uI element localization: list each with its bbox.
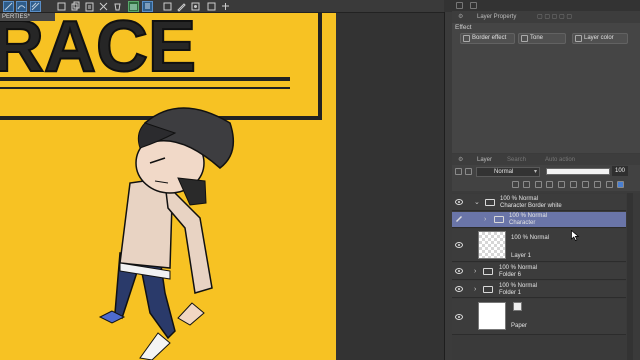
paper-icon: [513, 302, 522, 311]
opacity-fill: [547, 169, 609, 174]
curve-tool-icon[interactable]: [16, 1, 27, 12]
layers-icon[interactable]: [128, 1, 139, 12]
folder-icon: [485, 199, 495, 206]
clip-icon[interactable]: [546, 181, 553, 188]
layer-mode: 100 % Normal: [500, 196, 539, 202]
blend-mode-value: Normal: [494, 169, 514, 175]
opacity-slider[interactable]: [546, 168, 610, 175]
new-folder-icon[interactable]: [523, 181, 530, 188]
grid-icon[interactable]: [30, 1, 41, 12]
tab-search[interactable]: Search: [504, 155, 529, 165]
copy-icon[interactable]: [70, 1, 81, 12]
layer-list-scrollbar[interactable]: [627, 193, 633, 360]
layer-row[interactable]: › 100 % Normal Folder 1: [452, 281, 626, 298]
layer-row[interactable]: › 100 % Normal Character: [452, 212, 626, 228]
new-layer-icon[interactable]: [512, 181, 519, 188]
layer-name: Character Border white: [500, 203, 562, 209]
border-effect-label: Border effect: [472, 35, 507, 41]
fill-icon[interactable]: [112, 1, 123, 12]
layer-row[interactable]: › 100 % Normal Folder 6: [452, 263, 626, 280]
border-effect-icon: [463, 35, 470, 42]
panel-tab-icons[interactable]: ▢ ▢ ▢ ▢ ▢: [534, 12, 575, 22]
artwork: RACE: [0, 13, 322, 360]
layer-row[interactable]: ⌄ 100 % Normal Character Border white: [452, 194, 626, 211]
eyedropper-icon[interactable]: [190, 1, 201, 12]
layer-color-button[interactable]: Layer color: [572, 33, 628, 44]
gear-icon[interactable]: ⚙: [455, 155, 466, 165]
fill-icon[interactable]: [220, 1, 231, 12]
reference-icon[interactable]: [558, 181, 565, 188]
ruler-icon[interactable]: [582, 181, 589, 188]
layer-mode: 100 % Normal: [499, 265, 538, 271]
layer-name: Paper: [511, 323, 528, 329]
layer-mode: 100 % Normal: [509, 213, 548, 219]
merge-icon[interactable]: [594, 181, 601, 188]
image-icon[interactable]: [176, 1, 187, 12]
pen-icon[interactable]: [162, 1, 173, 12]
folder-icon: [483, 286, 493, 293]
delete-icon[interactable]: [606, 181, 613, 188]
tab-auto-action[interactable]: Auto action: [542, 155, 578, 165]
opacity-value[interactable]: 100: [612, 166, 628, 176]
layer-mode: 100 % Normal: [499, 283, 538, 289]
mask-icon[interactable]: [570, 181, 577, 188]
chevron-down-icon[interactable]: [465, 168, 472, 175]
panel-icon[interactable]: [470, 2, 477, 9]
layer-row[interactable]: Paper: [452, 299, 626, 335]
layer-property-title[interactable]: Layer Property: [474, 12, 519, 22]
eye-icon[interactable]: [455, 314, 463, 320]
tone-button[interactable]: Tone: [518, 33, 566, 44]
eye-icon[interactable]: [455, 242, 463, 248]
layer-color-swatch[interactable]: [617, 181, 624, 188]
chevron-down-icon[interactable]: ⌄: [474, 199, 480, 206]
layer-name: Layer 1: [511, 253, 532, 259]
layer-thumbnail: [478, 302, 506, 330]
folder-icon: [483, 268, 493, 275]
line-tool-icon[interactable]: [3, 1, 14, 12]
layer-color-icon: [575, 35, 582, 42]
folder-icon: [494, 216, 504, 223]
layer-color-label: Layer color: [584, 35, 614, 41]
tab-layer[interactable]: Layer: [474, 155, 495, 165]
tone-label: Tone: [530, 35, 544, 41]
drawing-canvas[interactable]: RACE: [0, 13, 336, 360]
erase-icon[interactable]: [142, 1, 153, 12]
layer-mode: 100 % Normal: [511, 235, 550, 241]
layer-name: Folder 6: [499, 272, 522, 278]
top-toolbar: [0, 0, 444, 13]
paste-icon[interactable]: [84, 1, 95, 12]
panel-icon[interactable]: [456, 2, 463, 9]
chevron-right-icon[interactable]: ›: [474, 268, 476, 275]
pen-icon[interactable]: [455, 216, 463, 222]
document-tab[interactable]: PERTIES*: [0, 13, 55, 21]
chevron-right-icon[interactable]: ›: [474, 286, 476, 293]
canvas-outside-area: [336, 13, 444, 360]
lock-icon[interactable]: [535, 181, 542, 188]
layer-row[interactable]: 100 % Normal Layer 1: [452, 229, 626, 262]
layer-mode-icon[interactable]: [455, 168, 462, 175]
eye-icon[interactable]: [455, 199, 463, 205]
layer-property-header: ⚙ Layer Property ▢ ▢ ▢ ▢ ▢: [452, 11, 640, 23]
clear-icon[interactable]: [98, 1, 109, 12]
layer-name: Character: [509, 220, 536, 226]
character-figure: [98, 107, 235, 360]
eye-icon[interactable]: [455, 286, 463, 292]
transform-icon[interactable]: [56, 1, 67, 12]
sign-text: RACE: [0, 13, 196, 87]
effect-label: Effect: [455, 24, 472, 31]
gear-icon[interactable]: ⚙: [455, 12, 466, 22]
layer-thumbnail: [478, 231, 506, 259]
mouse-cursor-icon: [571, 230, 579, 241]
chevron-down-icon: ▾: [533, 169, 537, 175]
border-effect-button[interactable]: Border effect: [460, 33, 515, 44]
tone-icon: [521, 35, 528, 42]
blend-mode-select[interactable]: Normal ▾: [476, 167, 540, 177]
eye-icon[interactable]: [455, 268, 463, 274]
text-icon[interactable]: [206, 1, 217, 12]
layer-name: Folder 1: [499, 290, 522, 296]
layer-panel-header: ⚙ Layer Search Auto action: [452, 154, 640, 165]
chevron-right-icon[interactable]: ›: [484, 216, 486, 223]
